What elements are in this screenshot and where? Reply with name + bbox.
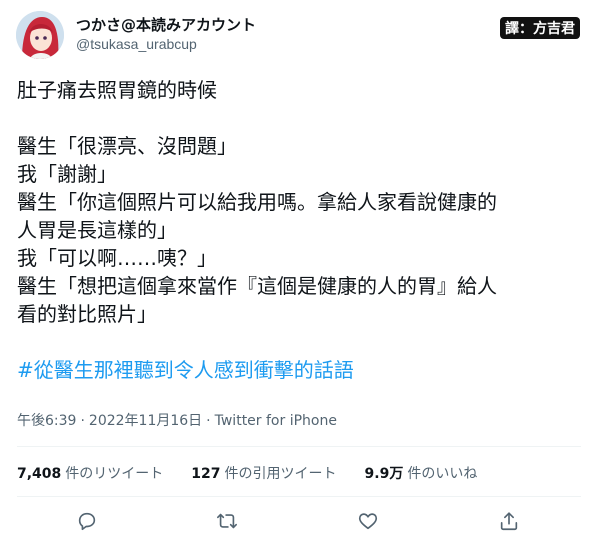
- divider: [17, 496, 581, 497]
- tweet-text: 肚子痛去照胃鏡的時候 醫生「很漂亮、沒問題」 我「謝謝」 醫生「你這個照片可以給…: [17, 76, 582, 384]
- likes-count: 9.9万: [364, 466, 404, 482]
- tweet-line: 醫生「你這個照片可以給我用嗎。拿給人家看說健康的: [17, 190, 497, 214]
- divider: [17, 446, 581, 447]
- quotes-stat[interactable]: 127 件の引用ツイート: [191, 463, 336, 483]
- display-name[interactable]: つかさ@本読みアカウント: [76, 14, 256, 35]
- like-button[interactable]: [357, 510, 383, 536]
- retweet-button[interactable]: [216, 510, 242, 536]
- tweet-date[interactable]: 2022年11月16日: [89, 413, 202, 429]
- likes-stat[interactable]: 9.9万 件のいいね: [365, 463, 478, 483]
- tweet-line: 人胃是長這樣的」: [17, 218, 177, 242]
- retweet-icon: [217, 513, 237, 529]
- retweets-label: 件のリツイート: [65, 466, 164, 482]
- hashtag-link[interactable]: #從醫生那裡聽到令人感到衝擊的話語: [17, 356, 582, 384]
- share-button[interactable]: [498, 510, 524, 536]
- tweet-line: 我「可以啊……咦？」: [17, 246, 217, 270]
- engagement-stats: 7,408 件のリツイート 127 件の引用ツイート 9.9万 件のいいね: [17, 463, 477, 483]
- reply-icon: [78, 512, 96, 531]
- tweet-source[interactable]: Twitter for iPhone: [215, 413, 337, 429]
- tweet-time[interactable]: 午後6:39: [17, 413, 76, 429]
- likes-label: 件のいいね: [407, 466, 478, 482]
- avatar-image: [16, 11, 64, 59]
- tweet-line: 醫生「想把這個拿來當作『這個是健康的人的胃』給人: [17, 274, 497, 298]
- tweet-meta: 午後6:39 · 2022年11月16日 · Twitter for iPhone: [17, 410, 337, 430]
- share-icon: [500, 512, 518, 531]
- retweets-count: 7,408: [17, 466, 62, 482]
- user-handle[interactable]: @tsukasa_urabcup: [76, 36, 197, 52]
- tweet-line: 我「謝謝」: [17, 162, 117, 186]
- translator-watermark: 譯：方吉君: [500, 17, 580, 39]
- quotes-label: 件の引用ツイート: [224, 466, 337, 482]
- meta-separator: ·: [80, 413, 85, 429]
- tweet-line: 醫生「很漂亮、沒問題」: [17, 134, 237, 158]
- tweet-line: 看的對比照片」: [17, 302, 157, 326]
- heart-icon: [358, 513, 378, 530]
- reply-button[interactable]: [76, 510, 102, 536]
- action-bar: [0, 510, 598, 538]
- meta-separator: ·: [206, 413, 211, 429]
- avatar[interactable]: [16, 11, 64, 59]
- quotes-count: 127: [191, 466, 221, 482]
- tweet-line: 肚子痛去照胃鏡的時候: [17, 78, 217, 102]
- retweets-stat[interactable]: 7,408 件のリツイート: [17, 463, 163, 483]
